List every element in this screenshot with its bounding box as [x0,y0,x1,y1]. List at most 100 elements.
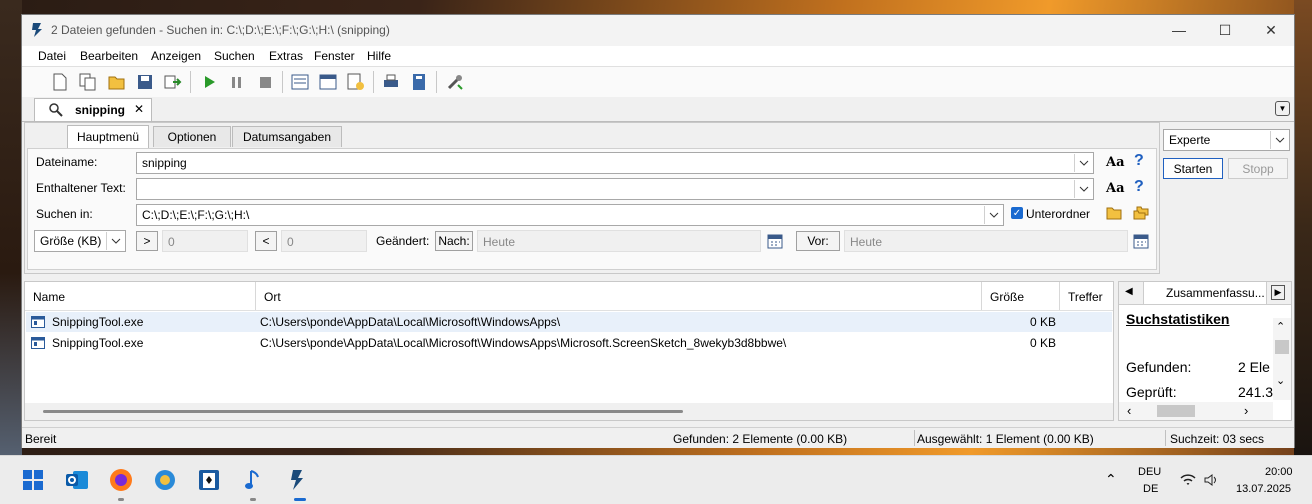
after-date-field[interactable]: Heute [477,230,761,252]
scrollbar-thumb[interactable] [1157,405,1195,417]
chevron-down-icon[interactable] [1270,131,1288,149]
clock-date[interactable]: 13.07.2025 [1236,483,1291,495]
weather-app-icon[interactable] [150,465,180,495]
scrollbar-thumb[interactable] [43,410,683,413]
chevron-down-icon[interactable] [1074,180,1092,198]
chevron-down-icon[interactable] [1074,154,1092,172]
tab-hauptmenu[interactable]: Hauptmenü [67,125,149,148]
less-than-button[interactable]: < [255,231,277,251]
music-icon[interactable] [238,465,268,495]
save-icon[interactable] [135,72,155,92]
tab-optionen[interactable]: Optionen [153,126,231,147]
export-icon[interactable] [163,72,183,92]
toolbar [22,67,1294,98]
table-row[interactable]: SnippingTool.exe C:\Users\ponde\AppData\… [26,312,1112,332]
open-icon[interactable] [107,72,127,92]
content-text-field[interactable] [136,178,1094,200]
search-panel: Hauptmenü Optionen Datumsangaben Dateina… [24,122,1160,274]
scroll-right-icon[interactable]: ▶ [1271,285,1285,300]
close-tab-icon[interactable]: ✕ [134,102,144,116]
menu-fenster[interactable]: Fenster [314,49,355,63]
after-button[interactable]: Nach: [435,231,473,251]
scrollbar-thumb[interactable] [1275,340,1289,354]
folders-icon[interactable] [1133,206,1149,220]
help-icon[interactable]: ? [1134,152,1144,170]
details-icon[interactable] [346,72,366,92]
text-help-icon[interactable]: ? [1134,178,1144,196]
stop-icon[interactable] [255,72,275,92]
stats-horizontal-scrollbar[interactable]: ‹ › [1119,402,1273,420]
speaker-icon[interactable] [1203,473,1219,487]
menu-bearbeiten[interactable]: Bearbeiten [80,49,138,63]
solitaire-icon[interactable] [194,465,224,495]
max-size-field[interactable]: 0 [281,230,367,252]
before-date-field[interactable]: Heute [844,230,1128,252]
calendar-icon[interactable] [767,233,783,249]
menu-extras[interactable]: Extras [269,49,303,63]
menu-suchen[interactable]: Suchen [214,49,255,63]
chevron-down-icon[interactable] [984,206,1002,224]
mode-select[interactable]: Experte [1163,129,1290,151]
column-header-size[interactable]: Größe [982,282,1060,310]
tab-snipping[interactable]: snipping ✕ [34,98,152,121]
search-app-icon[interactable] [282,465,312,495]
minimize-button[interactable]: — [1156,15,1202,45]
filename-field[interactable]: snipping [136,152,1094,174]
column-header-ort[interactable]: Ort [256,282,982,310]
changed-label: Geändert: [376,234,430,248]
menu-anzeigen[interactable]: Anzeigen [151,49,201,63]
start-icon[interactable] [199,72,219,92]
before-button[interactable]: Vor: [796,231,840,251]
pause-icon[interactable] [227,72,247,92]
chevron-down-icon[interactable] [106,232,124,250]
menu-hilfe[interactable]: Hilfe [367,49,391,63]
view-icon[interactable] [290,72,310,92]
table-row[interactable]: SnippingTool.exe C:\Users\ponde\AppData\… [26,333,1112,353]
tools-icon[interactable] [445,72,465,92]
panel-body: Dateiname: snipping Aa ? Enthaltener Tex… [27,148,1157,270]
text-label: Enthaltener Text: [36,181,126,195]
search-location-field[interactable]: C:\;D:\;E:\;F:\;G:\;H:\ [136,204,1004,226]
menu-datei[interactable]: Datei [38,49,66,63]
maximize-button[interactable]: ☐ [1202,15,1248,45]
browse-folder-icon[interactable] [1106,206,1122,220]
outlook-icon[interactable] [62,465,92,495]
language-indicator[interactable]: DEU [1138,466,1161,478]
min-size-field[interactable]: 0 [162,230,248,252]
chevron-down-icon[interactable]: ⌄ [1276,374,1285,387]
column-header-name[interactable]: Name [25,282,256,310]
vertical-scrollbar[interactable]: ⌃ ⌄ [1273,318,1291,400]
start-menu-icon[interactable] [18,465,48,495]
stop-button[interactable]: Stopp [1228,158,1288,179]
copy-icon[interactable] [78,72,98,92]
tab-list-dropdown-icon[interactable]: ▼ [1275,101,1290,116]
chevron-up-icon[interactable]: ⌃ [1276,320,1285,333]
chevron-up-icon[interactable]: ⌃ [1105,471,1117,488]
subfolders-checkbox[interactable]: ✓ [1011,207,1023,219]
checked-label: Geprüft: [1126,384,1177,400]
firefox-icon[interactable] [106,465,136,495]
scroll-left-icon[interactable]: ◀ [1125,286,1133,297]
chevron-left-icon[interactable]: ‹ [1127,403,1131,418]
calendar-icon[interactable] [1133,233,1149,249]
new-file-icon[interactable] [50,72,70,92]
exe-file-icon [31,316,45,328]
tab-summary[interactable]: Zusammenfassu... [1166,286,1265,300]
greater-than-button[interactable]: > [136,231,158,251]
tab-label: snipping [75,103,125,117]
case-sensitive-button[interactable]: Aa [1106,155,1125,170]
tab-datumsangaben[interactable]: Datumsangaben [232,126,342,147]
text-case-sensitive-button[interactable]: Aa [1106,181,1125,196]
wifi-icon[interactable] [1180,473,1196,487]
taskbar: ⌃ DEU DE 20:00 13.07.2025 [0,455,1312,504]
print-icon[interactable] [381,72,401,92]
start-button[interactable]: Starten [1163,158,1223,179]
size-unit-select[interactable]: Größe (KB) [34,230,126,252]
book-icon[interactable] [409,72,429,92]
horizontal-scrollbar[interactable] [25,403,1113,420]
clock-time[interactable]: 20:00 [1265,466,1293,478]
column-header-hits[interactable]: Treffer [1060,282,1115,310]
close-button[interactable]: ✕ [1248,15,1294,45]
chevron-right-icon[interactable]: › [1244,403,1248,418]
columns-icon[interactable] [318,72,338,92]
